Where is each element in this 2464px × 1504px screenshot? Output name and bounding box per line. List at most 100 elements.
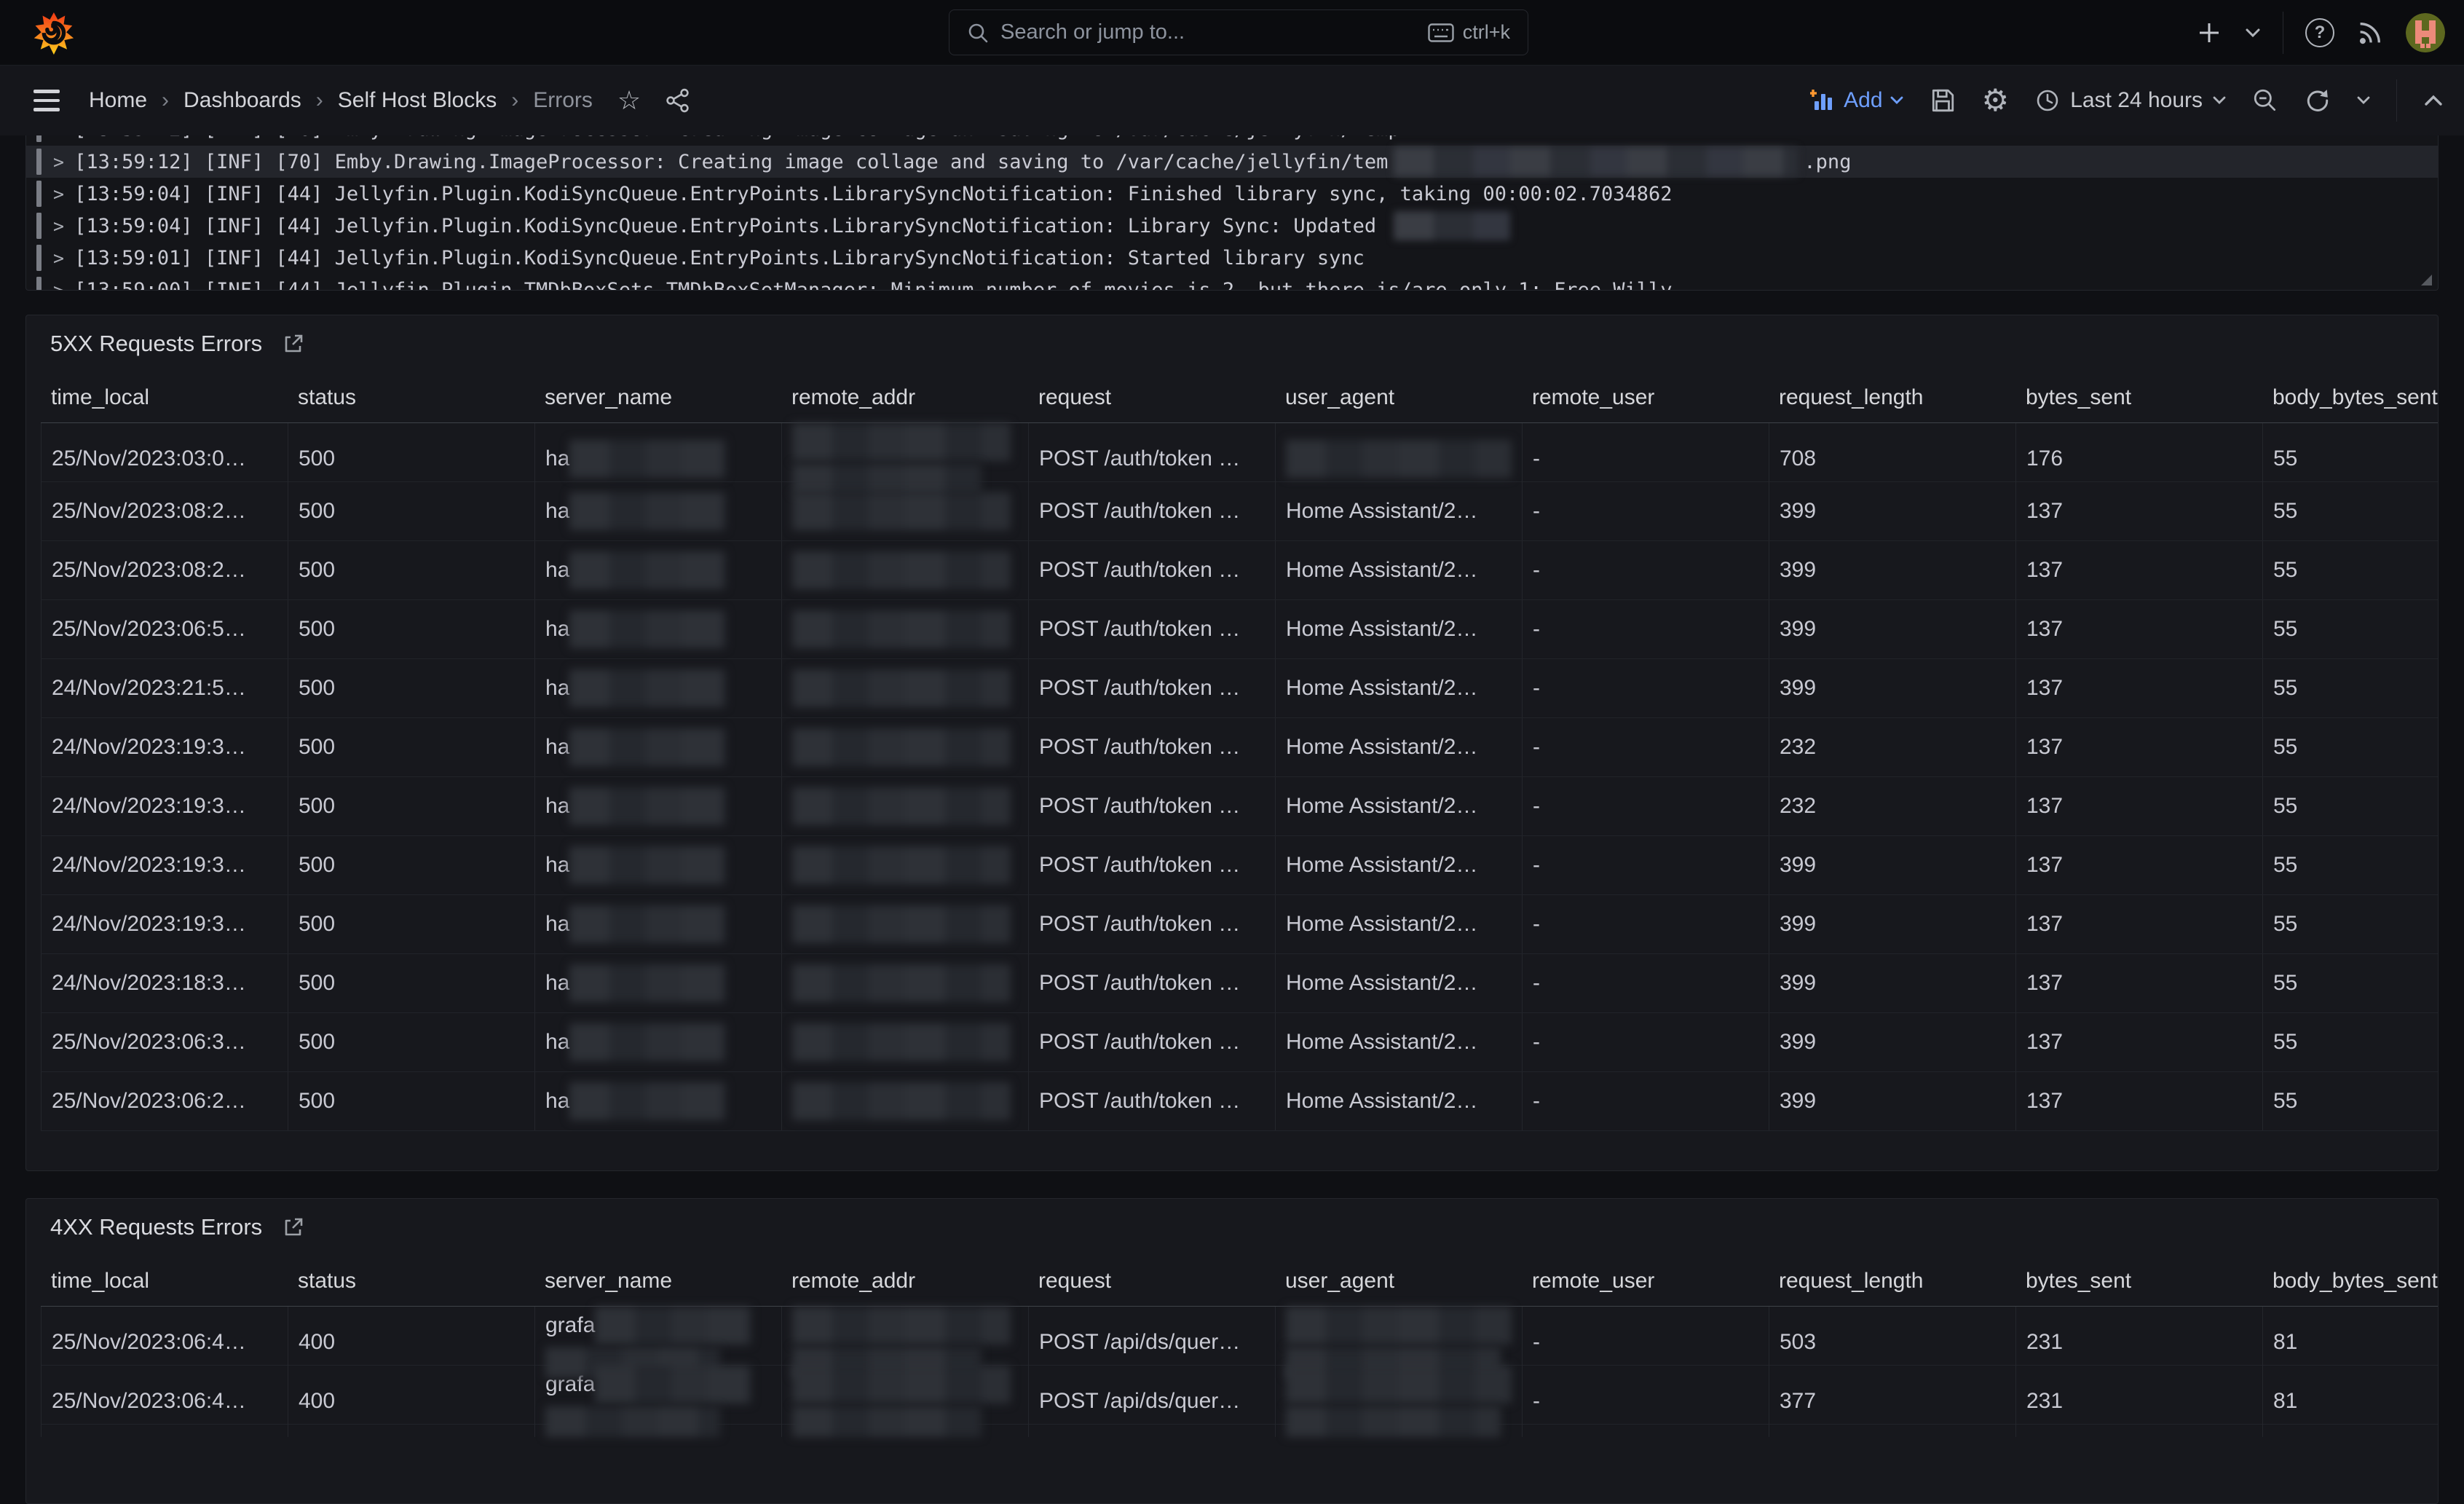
news-button[interactable] xyxy=(2356,19,2384,47)
expand-chevron-icon[interactable]: > xyxy=(53,216,64,237)
column-header-server_name[interactable]: server_name xyxy=(534,1256,781,1306)
cell-body_bytes_sent: 81 xyxy=(2262,1366,2439,1437)
breadcrumb-item-errors[interactable]: Errors xyxy=(533,88,593,113)
external-link-icon[interactable] xyxy=(283,1216,304,1238)
cell-remote_user: - xyxy=(1522,777,1769,835)
expand-chevron-icon[interactable]: > xyxy=(53,248,64,269)
column-header-body_bytes_sent[interactable]: body_bytes_sent xyxy=(2262,1256,2439,1306)
redacted-text xyxy=(595,1307,751,1344)
chevron-down-icon xyxy=(1890,96,1903,105)
redacted-cell xyxy=(792,964,1011,1002)
cell-request: POST /auth/token … xyxy=(1028,600,1275,658)
cell-remote_addr xyxy=(781,954,1028,1012)
redacted-text xyxy=(569,787,726,825)
cell-status: 500 xyxy=(288,777,534,835)
errors-table: time_localstatusserver_nameremote_addrre… xyxy=(41,1256,2438,1425)
breadcrumb-item-dashboards[interactable]: Dashboards xyxy=(183,88,301,113)
redacted-cell: ha xyxy=(545,1023,726,1061)
column-header-user_agent[interactable]: user_agent xyxy=(1275,1256,1522,1306)
column-header-user_agent[interactable]: user_agent xyxy=(1275,372,1522,422)
redacted-text xyxy=(1286,1406,1501,1437)
breadcrumb-item-home[interactable]: Home xyxy=(89,88,147,113)
mega-menu-toggle[interactable] xyxy=(33,90,60,111)
cell-remote_user: - xyxy=(1522,836,1769,894)
log-row[interactable]: >[13:59:04] [INF] [44] Jellyfin.Plugin.K… xyxy=(26,210,2438,242)
user-avatar[interactable] xyxy=(2406,13,2445,52)
column-header-bytes_sent[interactable]: bytes_sent xyxy=(2015,372,2262,422)
redacted-text xyxy=(792,464,982,495)
cell-remote_addr xyxy=(781,718,1028,776)
column-header-remote_addr[interactable]: remote_addr xyxy=(781,1256,1028,1306)
redacted-text xyxy=(545,1406,720,1437)
cell-body_bytes_sent: 55 xyxy=(2262,836,2439,894)
grafana-logo[interactable] xyxy=(32,11,74,56)
share-button[interactable] xyxy=(666,88,690,113)
redacted-text xyxy=(569,846,726,884)
redacted-cell xyxy=(792,846,1011,884)
cell-request: POST /auth/token … xyxy=(1028,836,1275,894)
save-icon xyxy=(1930,87,1956,114)
column-header-status[interactable]: status xyxy=(288,372,534,422)
refresh-button[interactable] xyxy=(2305,87,2331,114)
new-button[interactable] xyxy=(2195,19,2223,47)
expand-chevron-icon[interactable]: > xyxy=(53,151,64,173)
zoom-out-button[interactable] xyxy=(2252,87,2278,114)
cell-server_name: ha xyxy=(534,1013,781,1071)
chevron-up-icon xyxy=(2423,94,2444,107)
cell-status: 500 xyxy=(288,1013,534,1071)
favorite-button[interactable]: ☆ xyxy=(617,85,641,116)
column-header-bytes_sent[interactable]: bytes_sent xyxy=(2015,1256,2262,1306)
cell-request_length: 399 xyxy=(1769,895,2015,953)
column-header-remote_user[interactable]: remote_user xyxy=(1522,372,1769,422)
refresh-interval-chevron[interactable] xyxy=(2357,96,2370,105)
clock-icon xyxy=(2035,88,2060,113)
dashboard-settings-button[interactable]: ⚙ xyxy=(1982,85,2010,116)
cell-status: 500 xyxy=(288,1072,534,1130)
log-row[interactable]: >[13:59:01] [INF] [44] Jellyfin.Plugin.K… xyxy=(26,242,2438,274)
column-header-request[interactable]: request xyxy=(1028,1256,1275,1306)
column-header-remote_addr[interactable]: remote_addr xyxy=(781,372,1028,422)
add-button[interactable]: Add xyxy=(1810,88,1903,113)
column-header-body_bytes_sent[interactable]: body_bytes_sent xyxy=(2262,372,2439,422)
save-dashboard-button[interactable] xyxy=(1930,87,1956,114)
column-header-status[interactable]: status xyxy=(288,1256,534,1306)
column-header-time_local[interactable]: time_local xyxy=(41,372,288,422)
log-row[interactable]: >[13:59:04] [INF] [44] Jellyfin.Plugin.K… xyxy=(26,178,2438,210)
redacted-cell xyxy=(792,423,1011,495)
top-navigation-bar: Search or jump to... ctrl+k xyxy=(0,0,2464,66)
gear-icon: ⚙ xyxy=(1982,85,2010,116)
redacted-cell: ha xyxy=(545,964,726,1002)
panel-resize-handle[interactable] xyxy=(2421,275,2432,286)
column-header-request_length[interactable]: request_length xyxy=(1769,372,2015,422)
log-row[interactable]: >[13:59:12] [INF] [70] Emby.Drawing.Imag… xyxy=(26,146,2438,178)
redacted-text xyxy=(792,1366,1011,1403)
expand-chevron-icon[interactable]: > xyxy=(53,280,64,291)
new-menu-chevron[interactable] xyxy=(2245,28,2261,38)
column-header-server_name[interactable]: server_name xyxy=(534,372,781,422)
cell-server_name: ha xyxy=(534,895,781,953)
cell-time_local: 24/Nov/2023:21:5… xyxy=(41,659,288,717)
time-range-picker[interactable]: Last 24 hours xyxy=(2035,88,2226,113)
cell-status: 500 xyxy=(288,718,534,776)
search-placeholder: Search or jump to... xyxy=(1000,20,1428,44)
help-button[interactable]: ? xyxy=(2305,18,2334,47)
column-header-remote_user[interactable]: remote_user xyxy=(1522,1256,1769,1306)
cell-remote_user: - xyxy=(1522,482,1769,540)
external-link-icon[interactable] xyxy=(283,333,304,355)
redacted-text xyxy=(792,1082,1011,1120)
collapse-controls-button[interactable] xyxy=(2423,94,2444,107)
cell-status: 400 xyxy=(288,1366,534,1437)
log-level-bar xyxy=(36,213,42,239)
redacted-text xyxy=(1286,1366,1512,1403)
table-body: 25/Nov/2023:06:4…400grafaPOST /api/ds/qu… xyxy=(41,1307,2438,1425)
log-row[interactable]: >[13:59:00] [INF] [44] Jellyfin.Plugin.T… xyxy=(26,274,2438,291)
redacted-text xyxy=(792,423,1011,461)
column-header-request[interactable]: request xyxy=(1028,372,1275,422)
expand-chevron-icon[interactable]: > xyxy=(53,184,64,205)
column-header-request_length[interactable]: request_length xyxy=(1769,1256,2015,1306)
redacted-text xyxy=(569,728,726,766)
breadcrumb-item-self-host-blocks[interactable]: Self Host Blocks xyxy=(338,88,497,113)
panel-header: 4XX Requests Errors xyxy=(26,1199,2438,1256)
search-input[interactable]: Search or jump to... ctrl+k xyxy=(949,9,1528,55)
column-header-time_local[interactable]: time_local xyxy=(41,1256,288,1306)
